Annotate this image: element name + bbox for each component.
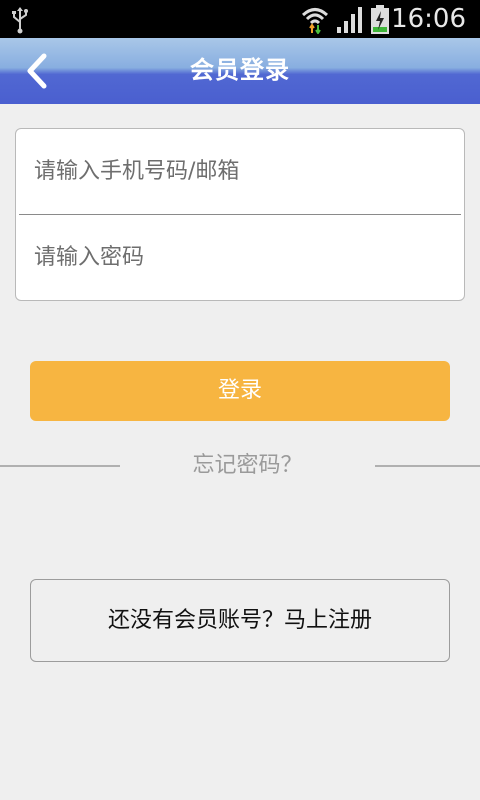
password-row <box>16 215 464 300</box>
forgot-password-row: 忘记密码？ <box>0 448 480 484</box>
signal-icon <box>336 6 364 38</box>
account-row <box>16 129 464 214</box>
login-button[interactable]: 登录 <box>30 361 450 421</box>
divider-right <box>375 465 480 467</box>
forgot-password-link[interactable]: 忘记密码？ <box>120 448 375 484</box>
usb-icon <box>10 6 30 38</box>
battery-charging-icon <box>370 5 390 39</box>
login-form <box>15 128 465 301</box>
clock: 16:06 <box>391 4 466 34</box>
title-bar: 会员登录 <box>0 38 480 104</box>
divider-left <box>0 465 120 467</box>
password-input[interactable] <box>34 215 444 300</box>
status-bar: 16:06 <box>0 0 480 38</box>
register-button[interactable]: 还没有会员账号？马上注册 <box>30 579 450 662</box>
account-input[interactable] <box>34 129 444 214</box>
page-title: 会员登录 <box>190 56 290 84</box>
wifi-icon <box>300 4 330 38</box>
